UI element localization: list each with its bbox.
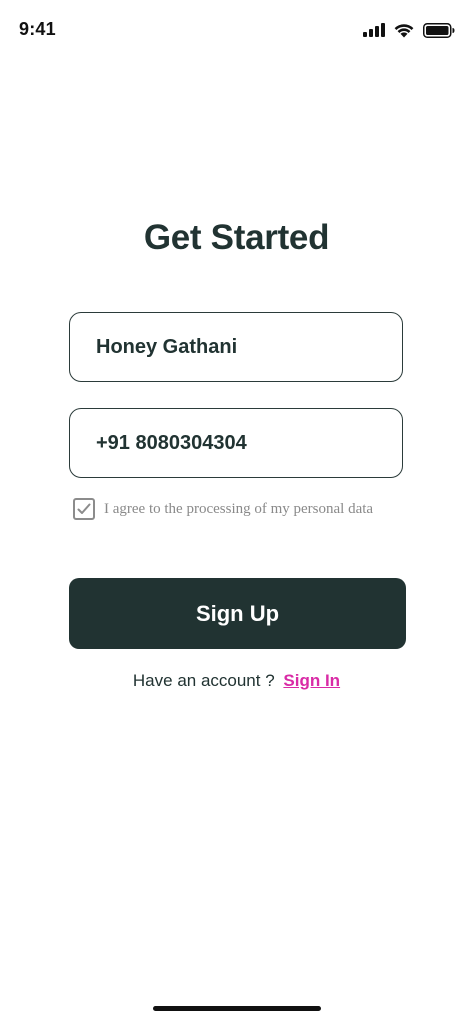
- phone-field-value: +91 8080304304: [96, 431, 247, 454]
- home-indicator[interactable]: [153, 1006, 321, 1011]
- sign-in-row: Have an account ? Sign In: [0, 671, 473, 691]
- sign-in-prompt: Have an account ?: [132, 671, 275, 690]
- page-title: Get Started: [143, 218, 330, 257]
- signal-icon: [363, 23, 385, 37]
- name-field-value: Honey Gathani: [96, 335, 238, 358]
- check-icon: [77, 503, 91, 514]
- status-icons: [363, 20, 455, 40]
- consent-row: I agree to the processing of my personal…: [73, 498, 373, 520]
- consent-label: I agree to the processing of my personal…: [104, 500, 374, 517]
- sign-up-button[interactable]: Sign Up: [69, 578, 406, 649]
- sign-up-button-label: Sign Up: [195, 600, 280, 626]
- phone-field[interactable]: +91 8080304304: [69, 408, 403, 478]
- status-bar: 9:41: [0, 0, 473, 60]
- status-time: 9:41: [19, 19, 56, 39]
- consent-checkbox[interactable]: [73, 498, 95, 520]
- wifi-icon: [394, 24, 414, 38]
- sign-in-link[interactable]: Sign In: [283, 671, 340, 690]
- battery-icon: [423, 22, 455, 38]
- name-field[interactable]: Honey Gathani: [69, 312, 403, 382]
